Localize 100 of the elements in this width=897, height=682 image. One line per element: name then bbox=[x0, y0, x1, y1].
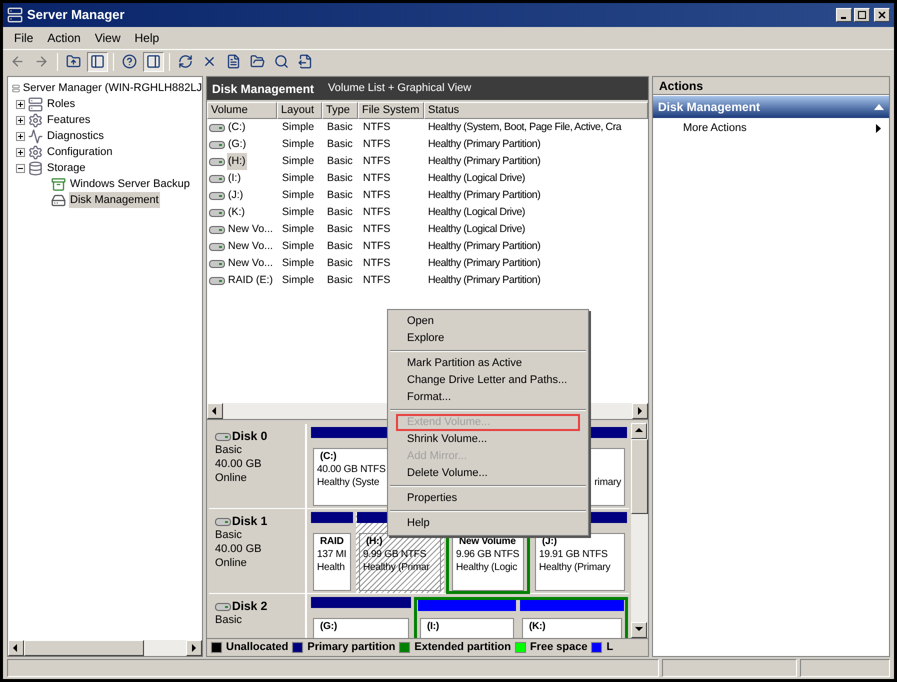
expand-icon[interactable] bbox=[16, 116, 25, 124]
expand-icon[interactable] bbox=[16, 100, 25, 108]
table-cell[interactable]: (G:) bbox=[227, 136, 248, 153]
partition-block[interactable]: (I:) bbox=[417, 600, 517, 638]
partition-block[interactable]: (G:) bbox=[310, 597, 412, 638]
table-cell: Simple bbox=[282, 240, 314, 252]
drive-icon bbox=[209, 208, 225, 216]
node-icon bbox=[28, 144, 43, 160]
scroll-thumb[interactable] bbox=[631, 439, 648, 514]
column-header[interactable]: Volume bbox=[207, 102, 277, 119]
partition-name: (H:) bbox=[365, 535, 382, 548]
table-cell[interactable]: New Vo... bbox=[227, 221, 274, 238]
tree-item[interactable]: Features bbox=[46, 112, 92, 128]
partition-block[interactable]: (K:) bbox=[519, 600, 625, 638]
menu-item[interactable]: Change Drive Letter and Paths... bbox=[396, 372, 580, 389]
tree-item[interactable]: Storage bbox=[46, 160, 87, 176]
table-cell: Simple bbox=[282, 138, 314, 150]
menu-item[interactable]: Format... bbox=[396, 389, 580, 406]
maximize-button[interactable] bbox=[854, 8, 870, 22]
tree-item[interactable]: Roles bbox=[46, 96, 76, 112]
column-header[interactable]: File System bbox=[358, 102, 424, 119]
scroll-left-button[interactable] bbox=[207, 403, 223, 419]
expand-icon[interactable] bbox=[16, 148, 25, 156]
table-cell[interactable]: (H:) bbox=[227, 153, 246, 170]
collapse-icon[interactable] bbox=[16, 164, 25, 172]
table-cell: Healthy (Logical Drive) bbox=[428, 223, 526, 235]
table-cell: Healthy (Primary Partition) bbox=[428, 274, 540, 286]
table-cell: Healthy (Logical Drive) bbox=[428, 172, 526, 184]
menu-item[interactable]: Properties bbox=[396, 490, 580, 507]
minimize-button[interactable] bbox=[836, 8, 852, 22]
partition-block[interactable]: RAID 137 MI Health bbox=[310, 512, 354, 593]
tree-item[interactable]: Windows Server Backup bbox=[69, 176, 191, 192]
table-cell[interactable]: (J:) bbox=[227, 187, 244, 204]
table-cell: NTFS bbox=[363, 223, 390, 235]
table-cell[interactable]: (I:) bbox=[227, 170, 242, 187]
scroll-up-button[interactable] bbox=[631, 423, 647, 439]
partition-name: (I:) bbox=[426, 620, 439, 633]
partition-name: New Volume bbox=[458, 535, 516, 548]
column-header[interactable]: Type bbox=[322, 102, 358, 119]
table-cell: Basic bbox=[327, 274, 353, 286]
drive-icon bbox=[209, 124, 225, 132]
menu-item[interactable]: Open bbox=[396, 313, 580, 330]
partition-size: 137 MI bbox=[317, 548, 346, 561]
menu-item[interactable]: View bbox=[90, 29, 126, 47]
table-cell: Simple bbox=[282, 257, 314, 269]
action-link[interactable]: More Actions bbox=[683, 120, 747, 136]
table-cell: Basic bbox=[327, 189, 353, 201]
help-icon bbox=[122, 54, 137, 69]
close-button[interactable] bbox=[874, 8, 890, 22]
menu-item[interactable]: Explore bbox=[396, 330, 580, 347]
scroll-right-button[interactable] bbox=[632, 403, 648, 419]
scroll-thumb[interactable] bbox=[24, 640, 144, 656]
column-header[interactable]: Layout bbox=[277, 102, 322, 119]
export-icon bbox=[298, 54, 313, 69]
menu-item[interactable]: Delete Volume... bbox=[396, 465, 580, 482]
table-cell: Simple bbox=[282, 155, 314, 167]
table-cell: NTFS bbox=[363, 189, 390, 201]
actions-section-header[interactable]: Disk Management bbox=[653, 96, 889, 118]
disk-info: Basic bbox=[215, 444, 242, 457]
menu-item[interactable]: Help bbox=[130, 29, 164, 47]
tree-item[interactable]: Disk Management bbox=[69, 192, 160, 208]
table-cell: Simple bbox=[282, 189, 314, 201]
partition-size: 9.99 GB NTFS bbox=[363, 548, 426, 561]
table-cell: Basic bbox=[327, 172, 353, 184]
tree-item[interactable]: Diagnostics bbox=[46, 128, 105, 144]
table-cell[interactable]: New Vo... bbox=[227, 238, 274, 255]
toolbar-button[interactable] bbox=[87, 52, 108, 72]
table-cell[interactable]: (C:) bbox=[227, 119, 246, 136]
table-cell: NTFS bbox=[363, 138, 390, 150]
table-cell: NTFS bbox=[363, 155, 390, 167]
forward-arrow-icon bbox=[34, 54, 49, 69]
table-cell[interactable]: (K:) bbox=[227, 204, 246, 221]
collapse-arrow-icon bbox=[874, 104, 884, 110]
menu-item[interactable]: Action bbox=[42, 29, 86, 47]
disk-name: Disk 2 bbox=[232, 600, 268, 613]
menu-item[interactable]: File bbox=[9, 29, 38, 47]
table-cell[interactable]: RAID (E:) bbox=[227, 272, 274, 289]
disk-name: Disk 1 bbox=[232, 515, 268, 528]
node-icon bbox=[28, 128, 43, 144]
toolbar-button[interactable] bbox=[143, 52, 164, 72]
drive-icon bbox=[209, 158, 225, 166]
arrow-right-icon bbox=[189, 643, 199, 653]
table-cell: Healthy (System, Boot, Page File, Active, Cra bbox=[428, 121, 622, 133]
tree-item[interactable]: Configuration bbox=[46, 144, 114, 160]
tree-item[interactable]: Server Manager (WIN-RGHLH882LJ bbox=[22, 80, 202, 96]
partition-status: rimary bbox=[594, 476, 621, 489]
close-icon bbox=[878, 11, 886, 19]
drive-icon bbox=[209, 242, 225, 250]
scroll-left-button[interactable] bbox=[8, 640, 24, 656]
partition-size: 9.96 GB NTFS bbox=[456, 548, 520, 561]
scroll-down-button[interactable] bbox=[631, 622, 647, 638]
expand-icon[interactable] bbox=[16, 132, 25, 140]
table-cell[interactable]: New Vo... bbox=[227, 255, 274, 272]
menu-item[interactable]: Shrink Volume... bbox=[396, 431, 580, 448]
table-cell: Basic bbox=[327, 121, 353, 133]
menu-item[interactable]: Mark Partition as Active bbox=[396, 355, 580, 372]
table-cell: Basic bbox=[327, 223, 353, 235]
scroll-right-button[interactable] bbox=[186, 640, 202, 656]
submenu-arrow-icon bbox=[876, 124, 881, 132]
column-header[interactable]: Status bbox=[424, 102, 648, 119]
